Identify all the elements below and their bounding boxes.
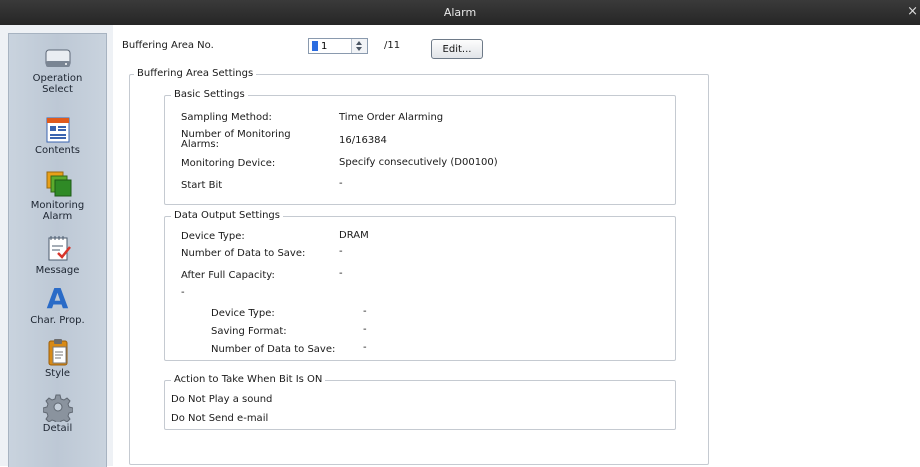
clipboard-icon [43, 337, 73, 367]
device-type-label: Device Type: [181, 231, 245, 242]
sampling-method-value: Time Order Alarming [339, 112, 444, 123]
spinner-arrows[interactable] [351, 39, 367, 53]
monitoring-alarms-value: 16/16384 [339, 135, 387, 146]
sub-number-of-data-label: Number of Data to Save: [211, 344, 336, 355]
close-icon[interactable]: × [907, 4, 918, 19]
email-setting-value: Do Not Send e-mail [171, 413, 269, 424]
sidebar-item-message[interactable]: Message [9, 234, 106, 276]
sidebar-item-monitoring-alarm[interactable]: Monitoring Alarm [9, 169, 106, 222]
monitoring-alarm-icon [43, 169, 73, 199]
group-legend: Data Output Settings [171, 210, 283, 222]
monitoring-device-value: Specify consecutively (D00100) [339, 157, 498, 168]
group-legend: Action to Take When Bit Is ON [171, 374, 326, 386]
sidebar-item-label: Detail [42, 423, 73, 434]
sidebar-item-label: Operation Select [32, 73, 83, 95]
start-bit-label: Start Bit [181, 180, 223, 191]
device-type-value: DRAM [339, 230, 369, 241]
sub-device-type-value: - [363, 306, 367, 317]
saving-format-value: - [363, 324, 367, 335]
title-bar: Alarm × [0, 0, 920, 25]
sub-device-type-label: Device Type: [211, 308, 275, 319]
saving-format-label: Saving Format: [211, 326, 287, 337]
group-legend: Buffering Area Settings [134, 68, 257, 80]
char-prop-icon: A [46, 282, 69, 315]
edit-button[interactable]: Edit... [431, 39, 483, 59]
sidebar-item-detail[interactable]: Detail [9, 392, 106, 434]
message-icon [43, 234, 73, 264]
sidebar-item-label: Contents [35, 145, 80, 156]
monitoring-alarms-label: Number of Monitoring Alarms: [181, 129, 291, 150]
sampling-method-label: Sampling Method: [181, 112, 272, 123]
sidebar-item-operation-select[interactable]: Operation Select [9, 44, 106, 95]
sidebar-item-contents[interactable]: Contents [9, 116, 106, 156]
monitoring-device-label: Monitoring Device: [181, 158, 276, 169]
main-panel: Buffering Area No. /11 Edit... Buffering… [113, 25, 920, 466]
window-title: Alarm [443, 6, 477, 19]
sidebar-item-label: Message [35, 265, 80, 276]
gear-icon [42, 392, 73, 426]
buffering-area-label: Buffering Area No. [122, 40, 214, 51]
sound-setting-value: Do Not Play a sound [171, 394, 273, 405]
buffering-area-input[interactable] [309, 39, 349, 53]
number-of-data-value: - [339, 246, 343, 257]
group-legend: Basic Settings [171, 89, 248, 101]
buffering-area-settings-group: Buffering Area Settings Basic Settings S… [129, 68, 709, 465]
after-full-capacity-label: After Full Capacity: [181, 270, 275, 281]
data-output-settings-group: Data Output Settings Device Type: DRAM N… [164, 210, 676, 361]
sidebar-item-style[interactable]: Style [9, 337, 106, 379]
buffering-area-spinner[interactable] [308, 38, 368, 54]
number-of-data-label: Number of Data to Save: [181, 248, 306, 259]
sidebar: Operation Select Contents Monitoring Ala… [0, 25, 113, 467]
contents-icon [43, 116, 73, 144]
buffering-area-total: /11 [384, 40, 401, 51]
sidebar-item-char-prop[interactable]: A Char. Prop. [9, 282, 106, 327]
sidebar-rail: Operation Select Contents Monitoring Ala… [8, 33, 107, 467]
basic-settings-group: Basic Settings Sampling Method: Time Ord… [164, 89, 676, 205]
sidebar-item-label: Char. Prop. [30, 315, 85, 326]
device-icon [43, 44, 73, 72]
action-when-bit-on-group: Action to Take When Bit Is ON Do Not Pla… [164, 374, 676, 430]
sub-number-of-data-value: - [363, 342, 367, 353]
sidebar-item-label: Monitoring Alarm [30, 200, 85, 222]
start-bit-value: - [339, 178, 343, 189]
after-full-capacity-value: - [339, 268, 343, 279]
sidebar-item-label: Style [44, 368, 71, 379]
chevron-down-icon[interactable] [356, 47, 362, 51]
after-full-sub-value: - [181, 287, 185, 298]
chevron-up-icon[interactable] [356, 41, 362, 45]
